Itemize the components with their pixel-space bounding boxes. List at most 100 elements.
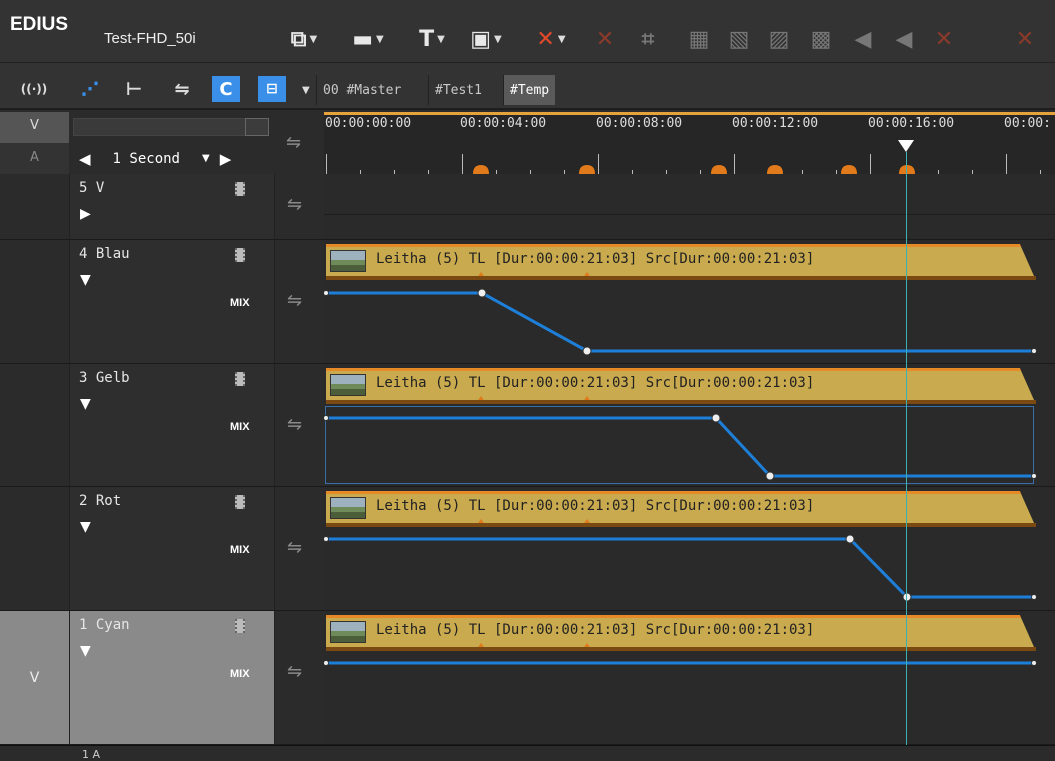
mute-icon[interactable]: ◀ [848, 22, 878, 56]
time-ruler[interactable]: 00:00:00:00 00:00:04:00 00:00:08:00 00:00:1… [324, 112, 1055, 174]
tab-master[interactable]: 00 #Master [316, 75, 407, 105]
snap-icon[interactable]: C [212, 76, 240, 102]
rubberband-line[interactable] [326, 537, 1034, 599]
ripple-delete-icon[interactable]: ✕ [590, 22, 620, 56]
keyframe-point[interactable] [1031, 594, 1037, 600]
keyframe-point[interactable] [1031, 660, 1037, 666]
keyframe-point[interactable] [845, 534, 855, 544]
panel-toggle-button[interactable] [245, 118, 269, 136]
video-film-icon[interactable] [235, 619, 245, 633]
scale-value[interactable]: 1 Second [113, 151, 180, 167]
keyframe-point[interactable] [324, 290, 329, 296]
ruler-marker-icon[interactable] [766, 162, 784, 174]
track-area-2[interactable]: Leitha (5) TL [Dur:00:00:21:03] Src[Dur:… [324, 240, 1055, 364]
link-dropdown-icon[interactable]: ▼ [302, 85, 310, 96]
delete-icon[interactable]: ✕ ▼ [531, 22, 571, 56]
sync-lock-icon[interactable]: ⇋ [287, 414, 302, 435]
save-dropdown-icon[interactable]: ▼ [494, 34, 502, 45]
keyframe-point[interactable] [324, 660, 329, 666]
track-patch-5[interactable]: V [0, 611, 69, 745]
track-patch-2[interactable] [0, 240, 69, 364]
keyframe-point[interactable] [1031, 473, 1037, 479]
track-header-5[interactable]: 1 Cyan ▼ MIX [69, 611, 274, 745]
video-film-icon[interactable] [235, 248, 245, 262]
mix-button[interactable]: MIX [230, 668, 250, 680]
scale-right-arrow-icon[interactable]: ▶ [220, 150, 232, 168]
open-folder-dropdown-icon[interactable]: ▼ [376, 34, 384, 45]
track-header-1[interactable]: 5 V ▶ [69, 174, 274, 240]
title-icon[interactable]: T ▼ [412, 22, 452, 56]
delete-video-icon[interactable]: ▦ [684, 22, 714, 56]
open-folder-icon[interactable]: ▬ ▼ [348, 22, 388, 56]
ruler-marker-icon[interactable] [578, 162, 596, 174]
video-film-icon[interactable] [235, 495, 245, 509]
mix-button[interactable]: MIX [230, 421, 250, 433]
video-film-icon[interactable] [235, 182, 245, 196]
delete-transition-icon[interactable]: ▨ [764, 22, 794, 56]
keyframe-point[interactable] [902, 592, 912, 602]
video-film-icon[interactable] [235, 372, 245, 386]
remove-x-icon[interactable]: ✕ [929, 22, 959, 56]
mute-all-icon[interactable]: ◀ [889, 22, 919, 56]
track-patch-1[interactable] [0, 174, 69, 240]
new-sequence-dropdown-icon[interactable]: ▼ [310, 34, 318, 45]
keyframe-point[interactable] [477, 288, 487, 298]
scale-left-arrow-icon[interactable]: ◀ [79, 150, 91, 168]
save-icon[interactable]: ▣ ▼ [466, 22, 506, 56]
track-area-4[interactable]: Leitha (5) TL [Dur:00:00:21:03] Src[Dur:… [324, 487, 1055, 611]
mixer-rubberband[interactable] [324, 611, 1055, 733]
delete-dropdown-icon[interactable]: ▼ [558, 34, 566, 45]
collapse-arrow-icon[interactable]: ▼ [80, 396, 91, 412]
sync-header-icon[interactable]: ⇋ [286, 132, 301, 153]
remove-x2-icon[interactable]: ✕ [1010, 22, 1040, 56]
trim-icon[interactable]: ⊢ [120, 76, 148, 102]
title-dropdown-icon[interactable]: ▼ [437, 34, 445, 45]
sync-lock-icon[interactable]: ⇋ [287, 290, 302, 311]
track-area-3[interactable]: Leitha (5) TL [Dur:00:00:21:03] Src[Dur:… [324, 364, 1055, 487]
keyframe-point[interactable] [582, 346, 592, 356]
tab-test1[interactable]: #Test1 [428, 75, 488, 105]
rubberband-line[interactable] [326, 291, 1034, 353]
sync-lock-icon[interactable]: ⇋ [287, 194, 302, 215]
ruler-marker-icon[interactable] [898, 162, 916, 174]
track-header-4[interactable]: 2 Rot ▼ MIX [69, 487, 274, 611]
sync-lock-icon[interactable]: ⇋ [287, 537, 302, 558]
track-patch-4[interactable] [0, 487, 69, 611]
scale-dropdown-icon[interactable]: ▼ [202, 153, 210, 164]
expand-arrow-icon[interactable]: ▶ [80, 206, 91, 222]
keyframe-point[interactable] [324, 415, 329, 421]
mix-button[interactable]: MIX [230, 297, 250, 309]
track-area-1[interactable] [324, 174, 1055, 240]
mixer-rubberband[interactable] [324, 487, 1055, 609]
mixer-rubberband[interactable] [324, 364, 1055, 486]
track-header-2[interactable]: 4 Blau ▼ MIX [69, 240, 274, 364]
tab-temp[interactable]: #Temp [503, 75, 556, 105]
delete-audio-icon[interactable]: ▧ [724, 22, 754, 56]
collapse-arrow-icon[interactable]: ▼ [80, 643, 91, 659]
wireless-icon[interactable]: ((·)) [18, 76, 50, 102]
ruler-marker-icon[interactable] [840, 162, 858, 174]
keyframe-point[interactable] [324, 536, 329, 542]
add-cut-icon[interactable]: ⌗ [633, 22, 663, 56]
keyframe-point[interactable] [711, 413, 721, 423]
mix-button[interactable]: MIX [230, 544, 250, 556]
rubberband-line[interactable] [326, 416, 1034, 478]
keyframe-point[interactable] [1031, 348, 1037, 354]
new-sequence-icon[interactable]: ⧉ ▼ [284, 22, 324, 56]
link-icon[interactable]: ⊟ [258, 76, 286, 102]
ripple-mode-icon[interactable]: ⋰ [76, 76, 104, 102]
ruler-marker-icon[interactable] [472, 162, 490, 174]
track-header-3[interactable]: 3 Gelb ▼ MIX [69, 364, 274, 487]
sync-mode-icon[interactable]: ⇋ [168, 76, 196, 102]
track-name-field[interactable] [73, 118, 247, 136]
track-area-5[interactable]: Leitha (5) TL [Dur:00:00:21:03] Src[Dur:… [324, 611, 1055, 745]
delete-keyframe-icon[interactable]: ▩ [806, 22, 836, 56]
keyframe-point[interactable] [765, 471, 775, 481]
collapse-arrow-icon[interactable]: ▼ [80, 519, 91, 535]
sync-lock-icon[interactable]: ⇋ [287, 661, 302, 682]
playhead-handle[interactable] [898, 140, 914, 152]
track-patch-3[interactable] [0, 364, 69, 487]
ruler-marker-icon[interactable] [710, 162, 728, 174]
collapse-arrow-icon[interactable]: ▼ [80, 272, 91, 288]
mixer-rubberband[interactable] [324, 240, 1055, 362]
